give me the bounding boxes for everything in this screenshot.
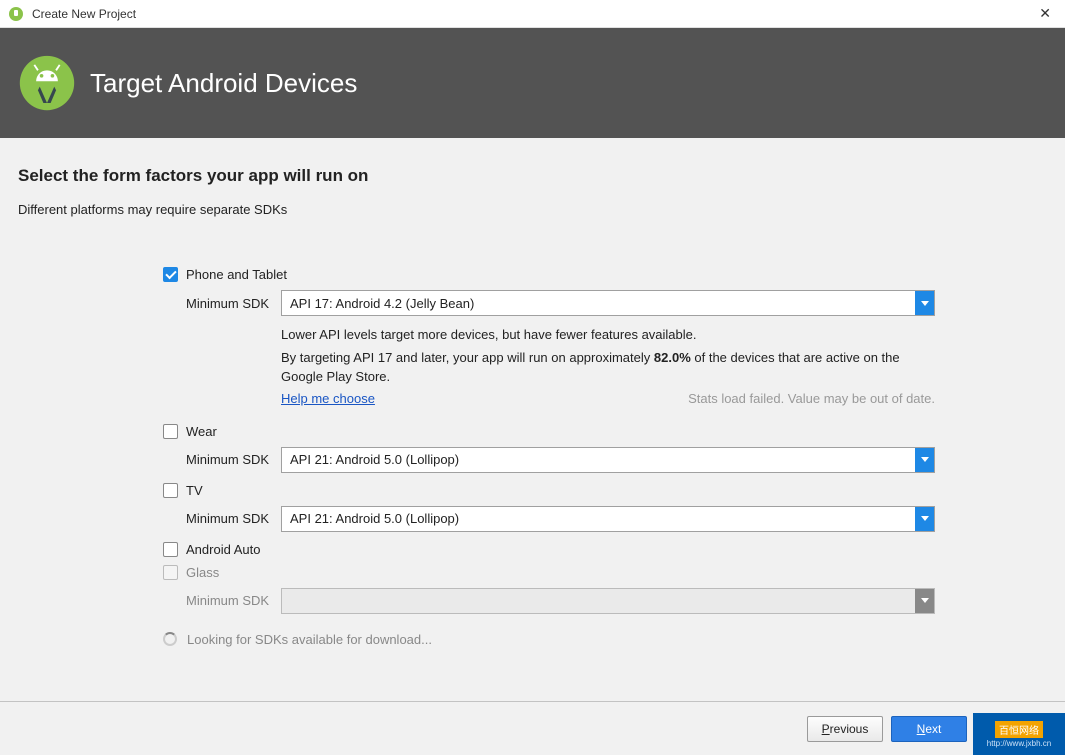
header-band: Target Android Devices [0,28,1065,138]
wear-sdk-value: API 21: Android 5.0 (Lollipop) [282,452,915,467]
tv-sdk-row: Minimum SDK API 21: Android 5.0 (Lollipo… [186,506,1045,532]
phone-help-row: Help me choose Stats load failed. Value … [281,391,935,406]
factor-wear-label: Wear [186,424,217,439]
main-heading: Select the form factors your app will ru… [18,166,1045,186]
wear-sdk-select[interactable]: API 21: Android 5.0 (Lollipop) [281,447,935,473]
factor-phone-label: Phone and Tablet [186,267,287,282]
next-button[interactable]: Next [891,716,967,742]
previous-button[interactable]: Previous [807,716,883,742]
watermark: 百恒网络 http://www.jxbh.cn [973,713,1065,755]
factor-glass-row: Glass [163,565,1045,580]
watermark-url: http://www.jxbh.cn [987,739,1051,748]
previous-mnemonic: P [822,722,830,736]
window-title: Create New Project [32,7,1033,21]
loading-row: Looking for SDKs available for download.… [163,632,1045,647]
tv-sdk-value: API 21: Android 5.0 (Lollipop) [282,511,915,526]
titlebar: Create New Project ✕ [0,0,1065,28]
chevron-down-icon [915,507,934,531]
phone-sdk-label: Minimum SDK [186,296,281,311]
android-studio-icon [8,6,24,22]
checkbox-wear[interactable] [163,424,178,439]
spinner-icon [163,632,177,646]
phone-info-2a: By targeting API 17 and later, your app … [281,350,654,365]
glass-sdk-label: Minimum SDK [186,593,281,608]
button-bar: Previous Next Cancel [0,701,1065,755]
checkbox-auto[interactable] [163,542,178,557]
page-title: Target Android Devices [90,68,357,99]
phone-info-line2: By targeting API 17 and later, your app … [281,349,935,387]
watermark-top: 百恒网络 [995,721,1043,738]
phone-info-line1: Lower API levels target more devices, bu… [281,326,935,345]
loading-text: Looking for SDKs available for download.… [187,632,432,647]
phone-sdk-row: Minimum SDK API 17: Android 4.2 (Jelly B… [186,290,1045,316]
glass-sdk-row: Minimum SDK [186,588,1045,614]
checkbox-glass [163,565,178,580]
android-logo-icon [18,54,76,112]
glass-sdk-select [281,588,935,614]
main-subtext: Different platforms may require separate… [18,202,1045,217]
chevron-down-icon [915,589,934,613]
factor-tv-label: TV [186,483,203,498]
checkbox-phone[interactable] [163,267,178,282]
factor-wear-row: Wear [163,424,1045,439]
phone-sdk-select[interactable]: API 17: Android 4.2 (Jelly Bean) [281,290,935,316]
close-icon[interactable]: ✕ [1033,5,1057,22]
wear-sdk-label: Minimum SDK [186,452,281,467]
factor-tv-row: TV [163,483,1045,498]
factor-auto-row: Android Auto [163,542,1045,557]
next-rest: ext [925,722,941,736]
content-area: Select the form factors your app will ru… [0,138,1065,701]
checkbox-tv[interactable] [163,483,178,498]
factor-auto-label: Android Auto [186,542,260,557]
tv-sdk-select[interactable]: API 21: Android 5.0 (Lollipop) [281,506,935,532]
phone-info: Lower API levels target more devices, bu… [281,326,935,387]
chevron-down-icon [915,291,934,315]
tv-sdk-label: Minimum SDK [186,511,281,526]
phone-sdk-value: API 17: Android 4.2 (Jelly Bean) [282,296,915,311]
phone-info-percent: 82.0% [654,350,691,365]
previous-rest: revious [830,722,869,736]
factor-phone-row: Phone and Tablet [163,267,1045,282]
factor-glass-label: Glass [186,565,219,580]
form-area: Phone and Tablet Minimum SDK API 17: And… [18,267,1045,647]
stats-fail-text: Stats load failed. Value may be out of d… [688,391,935,406]
chevron-down-icon [915,448,934,472]
wear-sdk-row: Minimum SDK API 21: Android 5.0 (Lollipo… [186,447,1045,473]
help-me-choose-link[interactable]: Help me choose [281,391,375,406]
